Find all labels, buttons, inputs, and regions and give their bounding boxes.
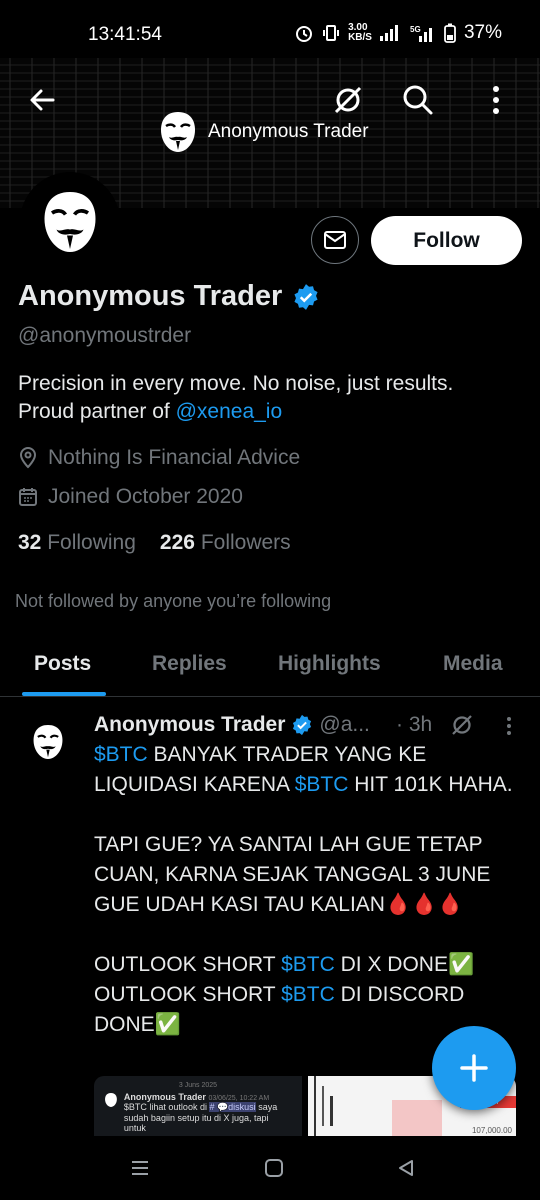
signal-5g-icon: 5G (410, 25, 432, 42)
status-time: 13:41:54 (88, 24, 162, 45)
followers-link[interactable]: 226 Followers (160, 531, 291, 555)
cashtag[interactable]: $BTC (94, 743, 148, 766)
mask-avatar-icon (44, 192, 96, 252)
profile-handle: @anonymoustrder (18, 324, 192, 347)
mask-avatar-icon (33, 725, 63, 759)
back-nav-icon[interactable] (396, 1158, 416, 1178)
more-options-button[interactable] (474, 78, 518, 122)
search-button[interactable] (396, 78, 440, 122)
tab-highlights[interactable]: Highlights (278, 652, 381, 676)
media-discord-screenshot[interactable]: 3 Juns 2025 Anonymous Trader 03/06/25, 1… (94, 1076, 302, 1136)
alarm-icon (296, 26, 313, 42)
more-vertical-icon[interactable] (506, 716, 512, 736)
tweet-author-handle[interactable]: @a... (319, 713, 370, 737)
back-button[interactable] (20, 78, 64, 122)
banner-brand: Anonymous Trader (158, 110, 369, 154)
cashtag[interactable]: $BTC (295, 773, 349, 796)
back-arrow-icon (30, 89, 55, 111)
cashtag[interactable]: $BTC (281, 953, 335, 976)
profile-name: Anonymous Trader (18, 280, 320, 313)
battery-icon (444, 23, 456, 43)
tweet-author-name[interactable]: Anonymous Trader (94, 713, 285, 737)
tweet-avatar[interactable] (22, 716, 74, 768)
more-vertical-icon (493, 86, 499, 114)
system-nav-bar (0, 1136, 540, 1200)
mask-logo-icon (161, 112, 195, 152)
mask-avatar-icon (105, 1093, 117, 1107)
net-speed: 3.00 KB/S (348, 22, 372, 43)
verified-badge-icon (294, 283, 318, 310)
following-link[interactable]: 32 Following (18, 531, 136, 555)
partner-link[interactable]: @xenea_io (176, 400, 283, 423)
not-followed-notice: Not followed by anyone you’re following (15, 591, 332, 611)
tweet-time[interactable]: · 3h (396, 713, 432, 737)
message-button[interactable] (311, 216, 359, 264)
tweet-header: Anonymous Trader @a... · 3h (94, 711, 524, 739)
mail-icon (324, 231, 346, 249)
tab-media[interactable]: Media (443, 652, 503, 676)
recent-apps-icon[interactable] (130, 1158, 150, 1178)
profile-joined: Joined October 2020 (18, 485, 243, 509)
active-tab-indicator (22, 692, 106, 696)
vibrate-icon (323, 25, 340, 41)
follow-button[interactable]: Follow (371, 216, 522, 265)
plus-icon (460, 1054, 488, 1082)
compose-button[interactable] (432, 1026, 516, 1110)
follow-counts: 32 Following 226 Followers (18, 531, 291, 555)
status-icons: 3.00 KB/S 5G 37% (294, 22, 502, 44)
cashtag[interactable]: $BTC (281, 983, 335, 1006)
verified-badge-icon (293, 714, 312, 736)
profile-bio: Precision in every move. No noise, just … (18, 372, 454, 423)
profile-avatar[interactable] (20, 172, 120, 272)
banner-title: Anonymous Trader (208, 121, 369, 142)
profile-tabs: Posts Replies Highlights Media (0, 634, 540, 697)
tab-replies[interactable]: Replies (152, 652, 227, 676)
search-icon (403, 85, 433, 115)
battery-percent: 37% (463, 22, 502, 43)
calendar-icon (19, 488, 37, 506)
tab-posts[interactable]: Posts (34, 652, 91, 676)
tweet-text: $BTC BANYAK TRADER YANG KE LIQUIDASI KAR… (94, 743, 513, 1036)
home-icon[interactable] (264, 1158, 284, 1178)
signal-icon (379, 25, 398, 41)
profile-location: Nothing Is Financial Advice (18, 446, 300, 470)
grok-icon[interactable] (450, 713, 474, 737)
location-icon (19, 447, 37, 469)
svg-text:5G: 5G (410, 25, 421, 34)
